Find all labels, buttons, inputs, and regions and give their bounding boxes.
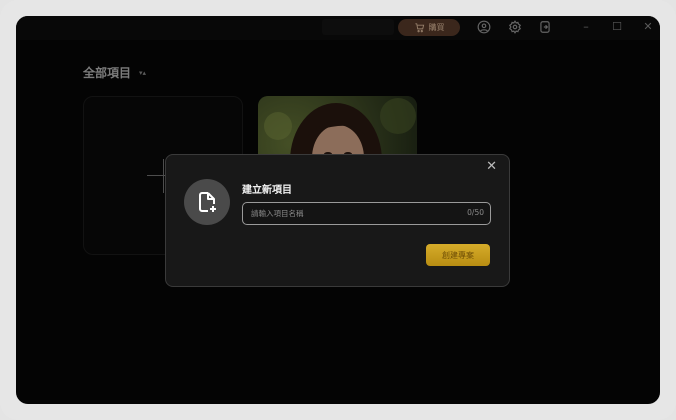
char-count: 0/50: [467, 208, 484, 217]
create-project-button[interactable]: 創建專案: [426, 244, 490, 266]
close-icon[interactable]: ✕: [486, 160, 497, 174]
new-file-icon: [184, 179, 230, 225]
project-name-input[interactable]: [243, 203, 453, 224]
dialog-title: 建立新項目: [242, 185, 292, 196]
device-frame: 購買 – ☐ ✕ 全部項目 ▾▴ ✕ 建立新項目 請輸入項目名稱 0/50 創建…: [0, 0, 676, 420]
app-window: 購買 – ☐ ✕ 全部項目 ▾▴ ✕ 建立新項目 請輸入項目名稱 0/50 創建…: [16, 16, 660, 404]
project-name-field: 0/50: [242, 202, 491, 225]
create-project-dialog: ✕ 建立新項目 0/50 創建專案: [165, 154, 510, 287]
